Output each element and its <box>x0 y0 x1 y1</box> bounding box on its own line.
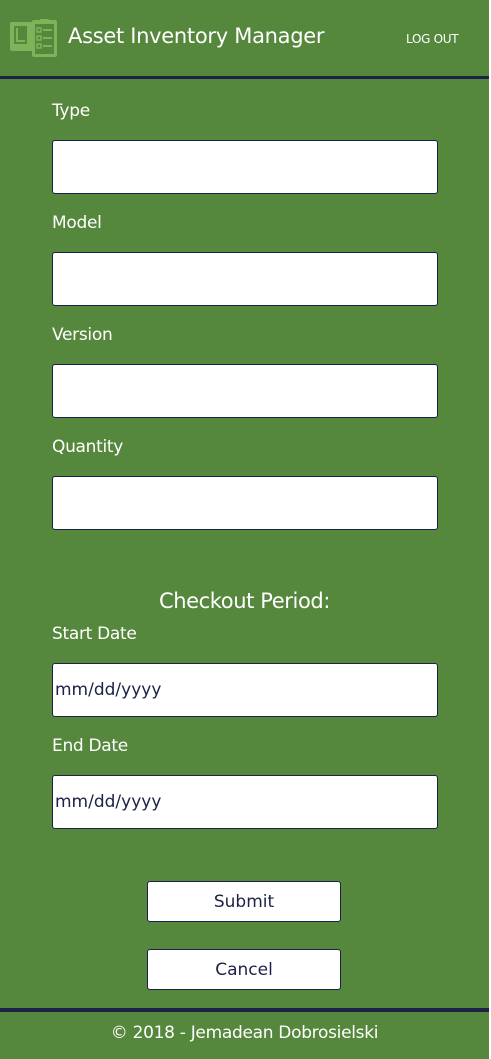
app-title: Asset Inventory Manager <box>68 24 325 48</box>
cancel-button[interactable]: Cancel <box>147 949 341 990</box>
submit-button[interactable]: Submit <box>147 881 341 922</box>
app-screen: Asset Inventory Manager LOG OUT Type Mod… <box>0 0 489 1059</box>
start-date-label: Start Date <box>52 624 137 644</box>
type-input[interactable] <box>52 140 438 194</box>
footer-divider <box>0 1008 489 1012</box>
model-input[interactable] <box>52 252 438 306</box>
inventory-checklist-icon <box>10 19 57 57</box>
footer-copyright: © 2018 - Jemadean Dobrosielski <box>110 1023 379 1043</box>
quantity-label: Quantity <box>52 437 124 457</box>
header-divider <box>0 76 489 79</box>
end-date-label: End Date <box>52 736 128 756</box>
version-input[interactable] <box>52 364 438 418</box>
end-date-input[interactable] <box>52 775 438 829</box>
quantity-input[interactable] <box>52 476 438 530</box>
type-label: Type <box>52 101 90 121</box>
version-label: Version <box>52 325 113 345</box>
header: Asset Inventory Manager LOG OUT <box>0 0 489 76</box>
logout-link[interactable]: LOG OUT <box>406 32 459 46</box>
checkout-period-heading: Checkout Period: <box>158 589 331 613</box>
start-date-input[interactable] <box>52 663 438 717</box>
model-label: Model <box>52 213 102 233</box>
